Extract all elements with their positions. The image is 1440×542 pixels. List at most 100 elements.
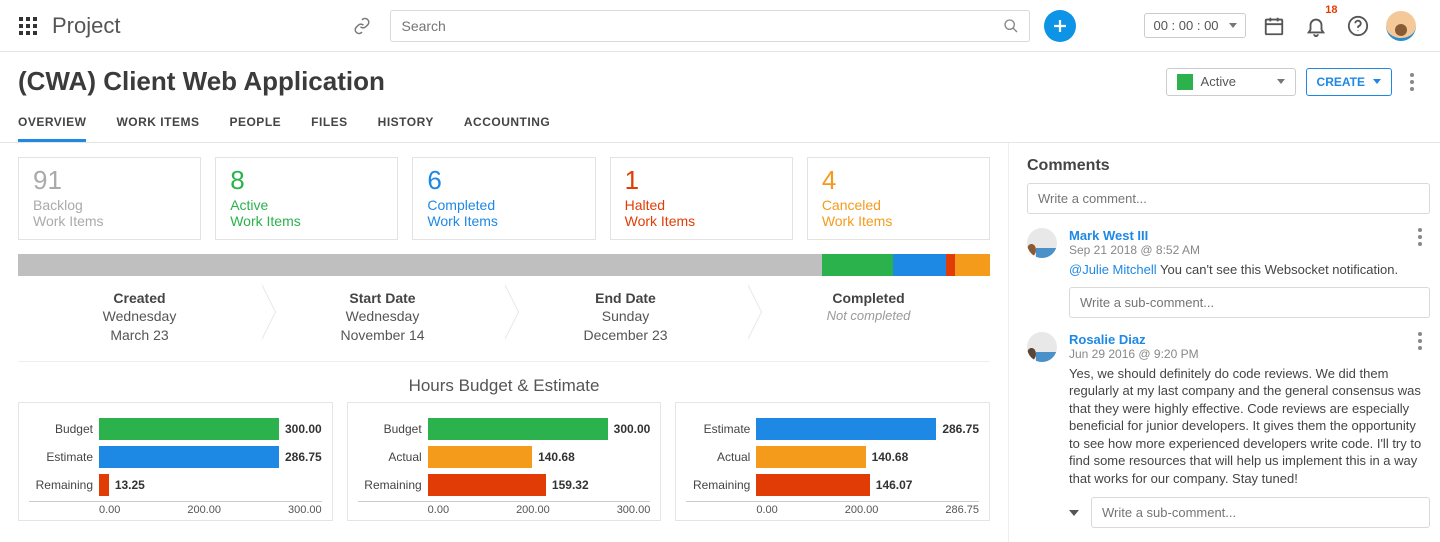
summary-line2: Work Items	[625, 213, 778, 229]
summary-card[interactable]: 6 Completed Work Items	[412, 157, 595, 240]
commenter-name[interactable]: Mark West III	[1069, 228, 1430, 243]
project-title: (CWA) Client Web Application	[18, 66, 385, 97]
chart-row-label: Actual	[358, 450, 422, 464]
summary-count: 1	[625, 166, 778, 195]
axis-tick: 0.00	[99, 504, 120, 516]
add-button[interactable]	[1044, 10, 1076, 42]
chart-value: 300.00	[614, 422, 651, 436]
charts: Budget 300.00 Estimate 286.75 Remaining …	[18, 402, 990, 521]
summary-cards: 91 Backlog Work Items8 Active Work Items…	[18, 157, 990, 240]
timeline-value: Wednesday	[18, 308, 261, 326]
timeline-label: Completed	[747, 290, 990, 306]
progress-canceled	[955, 254, 990, 276]
timeline-value: November 14	[261, 327, 504, 345]
chart-row: Actual 140.68	[686, 445, 979, 469]
summary-line1: Canceled	[822, 197, 975, 213]
create-label: CREATE	[1317, 75, 1365, 89]
comment-date: Sep 21 2018 @ 8:52 AM	[1069, 243, 1430, 257]
project-actions: Active CREATE	[1166, 68, 1422, 96]
chart-value: 159.32	[552, 478, 589, 492]
chart-axis: 0.00200.00286.75	[686, 501, 979, 516]
calendar-icon[interactable]	[1260, 12, 1288, 40]
help-icon[interactable]	[1344, 12, 1372, 40]
axis-tick: 300.00	[288, 504, 322, 516]
progress-completed	[893, 254, 946, 276]
tab-history[interactable]: HISTORY	[378, 105, 434, 142]
timeline-value: March 23	[18, 327, 261, 345]
timeline-created: Created Wednesday March 23	[18, 284, 261, 355]
chart-row: Remaining 13.25	[29, 473, 322, 497]
chart-bar	[99, 446, 279, 468]
timer-dropdown[interactable]: 00 : 00 : 00	[1144, 13, 1245, 38]
timeline-label: Start Date	[261, 290, 504, 306]
chart-bar	[756, 446, 865, 468]
summary-card[interactable]: 1 Halted Work Items	[610, 157, 793, 240]
chart-bar	[99, 474, 109, 496]
expand-toggle-icon[interactable]	[1069, 510, 1079, 516]
chart-row-label: Remaining	[686, 478, 750, 492]
comment-input[interactable]	[1027, 183, 1430, 214]
summary-count: 8	[230, 166, 383, 195]
comment-more-icon[interactable]	[1410, 332, 1430, 350]
more-menu-icon[interactable]	[1402, 73, 1422, 91]
bar-chart: Estimate 286.75 Actual 140.68 Remaining …	[675, 402, 990, 521]
commenter-avatar	[1027, 228, 1057, 258]
comment-body: You can't see this Websocket notificatio…	[1157, 262, 1398, 277]
timeline-completed: Completed Not completed	[747, 284, 990, 355]
summary-line2: Work Items	[33, 213, 186, 229]
axis-tick: 200.00	[516, 504, 550, 516]
summary-line1: Active	[230, 197, 383, 213]
axis-tick: 200.00	[187, 504, 221, 516]
progress-halted	[946, 254, 955, 276]
topbar: Project 00 : 00 : 00 18	[0, 0, 1440, 52]
apps-grid-icon[interactable]	[18, 16, 38, 36]
chart-row: Actual 140.68	[358, 445, 651, 469]
mention-link[interactable]: @Julie Mitchell	[1069, 262, 1157, 277]
search-input[interactable]	[401, 18, 1003, 34]
chart-bar	[756, 474, 869, 496]
notifications-icon[interactable]: 18	[1302, 12, 1330, 40]
search-icon[interactable]	[1003, 18, 1019, 34]
chart-row-label: Estimate	[29, 450, 93, 464]
comment-text: Yes, we should definitely do code review…	[1069, 365, 1430, 488]
chart-row: Remaining 146.07	[686, 473, 979, 497]
summary-card[interactable]: 91 Backlog Work Items	[18, 157, 201, 240]
link-icon[interactable]	[348, 12, 376, 40]
summary-line1: Halted	[625, 197, 778, 213]
search-field[interactable]	[390, 10, 1030, 42]
timeline-value: Wednesday	[261, 308, 504, 326]
chart-row-label: Actual	[686, 450, 750, 464]
comment-more-icon[interactable]	[1410, 228, 1430, 246]
sub-comment-input[interactable]	[1091, 497, 1430, 528]
create-button[interactable]: CREATE	[1306, 68, 1392, 96]
tab-files[interactable]: FILES	[311, 105, 348, 142]
tab-people[interactable]: PEOPLE	[229, 105, 281, 142]
axis-tick: 0.00	[428, 504, 449, 516]
brand-label: Project	[52, 13, 120, 39]
status-dropdown[interactable]: Active	[1166, 68, 1296, 96]
tab-overview[interactable]: OVERVIEW	[18, 105, 86, 142]
chart-bar	[428, 474, 546, 496]
tab-work-items[interactable]: WORK ITEMS	[116, 105, 199, 142]
timeline: Created Wednesday March 23 Start Date We…	[18, 284, 990, 355]
axis-tick: 286.75	[945, 504, 979, 516]
commenter-name[interactable]: Rosalie Diaz	[1069, 332, 1430, 347]
caret-down-icon	[1229, 23, 1237, 28]
tab-accounting[interactable]: ACCOUNTING	[464, 105, 550, 142]
chart-row: Remaining 159.32	[358, 473, 651, 497]
comments-panel: Comments Mark West III Sep 21 2018 @ 8:5…	[1008, 143, 1440, 542]
summary-card[interactable]: 4 Canceled Work Items	[807, 157, 990, 240]
comment-item: Rosalie Diaz Jun 29 2016 @ 9:20 PM Yes, …	[1027, 332, 1430, 529]
comments-header: Comments	[1027, 157, 1430, 175]
user-avatar[interactable]	[1386, 11, 1416, 41]
chart-value: 300.00	[285, 422, 322, 436]
comment-item: Mark West III Sep 21 2018 @ 8:52 AM @Jul…	[1027, 228, 1430, 318]
charts-title: Hours Budget & Estimate	[18, 376, 990, 396]
summary-card[interactable]: 8 Active Work Items	[215, 157, 398, 240]
chart-row-label: Remaining	[29, 478, 93, 492]
sub-comment-input[interactable]	[1069, 287, 1430, 318]
chart-row: Estimate 286.75	[29, 445, 322, 469]
caret-down-icon	[1373, 79, 1381, 84]
caret-down-icon	[1277, 79, 1285, 84]
summary-count: 91	[33, 166, 186, 195]
